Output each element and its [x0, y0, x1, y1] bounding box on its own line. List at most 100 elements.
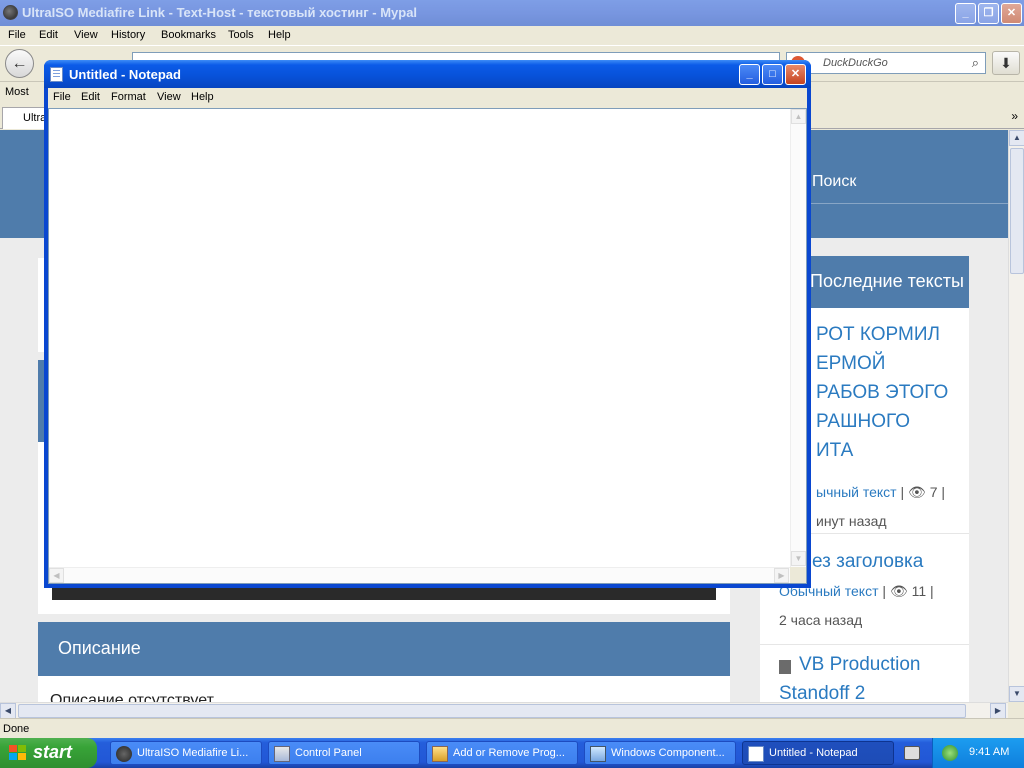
scroll-down-icon[interactable]: ▼ [791, 551, 806, 566]
task-label: Windows Component... [611, 747, 725, 759]
description-card: Описание Описание отсутствует [38, 622, 730, 702]
scroll-up-icon[interactable]: ▲ [791, 109, 806, 124]
description-header: Описание [38, 622, 730, 676]
notepad-vertical-scrollbar[interactable]: ▲ ▼ [790, 109, 806, 567]
scroll-down-icon[interactable]: ▼ [1009, 686, 1024, 702]
mypal-icon [3, 5, 18, 20]
taskbar-item-control-panel[interactable]: Control Panel [268, 741, 420, 765]
menu-bookmarks[interactable]: Bookmarks [161, 29, 216, 41]
menu-file[interactable]: File [8, 29, 26, 41]
item-time: 2 часа назад [779, 612, 863, 628]
windows-components-icon [590, 746, 606, 762]
status-text: Done [3, 723, 30, 735]
task-label: Add or Remove Prog... [453, 747, 565, 759]
notepad-title: Untitled - Notepad [69, 67, 181, 82]
browser-menubar: File Edit View History Bookmarks Tools H… [0, 26, 1024, 46]
mypal-icon [116, 746, 132, 762]
notepad-menubar: File Edit Format View Help [48, 88, 807, 108]
page-vertical-scrollbar[interactable]: ▲ ▼ [1008, 130, 1024, 702]
menu-help[interactable]: Help [268, 29, 291, 41]
notepad-close-button[interactable]: ✕ [785, 64, 806, 85]
scroll-thumb[interactable] [1010, 148, 1024, 274]
bookmark-most-visited[interactable]: Most [5, 86, 29, 98]
back-arrow-icon: ← [11, 55, 28, 72]
task-label: Untitled - Notepad [769, 747, 858, 759]
scroll-up-icon[interactable]: ▲ [1009, 130, 1024, 146]
eye-icon: 👁 [889, 583, 908, 599]
scroll-left-icon[interactable]: ◀ [0, 703, 16, 719]
downloads-button[interactable]: ⬇ [992, 51, 1020, 75]
menu-view[interactable]: View [74, 29, 98, 41]
start-label: start [33, 742, 73, 762]
taskbar: start UltraISO Mediafire Li... Control P… [0, 738, 1024, 768]
eye-icon: 👁 [908, 484, 926, 500]
search-placeholder: DuckDuckGo [823, 57, 888, 69]
scroll-thumb[interactable] [18, 704, 966, 718]
close-button[interactable]: ✕ [1001, 3, 1022, 24]
title-line[interactable]: ЕРМОЙ [816, 349, 885, 378]
view-count: 7 [929, 484, 938, 500]
scroll-right-icon[interactable]: ▶ [774, 568, 789, 583]
notepad-menu-edit[interactable]: Edit [81, 91, 100, 103]
control-panel-icon [274, 746, 290, 762]
start-button[interactable]: start [0, 738, 97, 768]
search-box[interactable]: DuckDuckGo ⌕ [786, 52, 986, 74]
minimize-button[interactable]: _ [955, 3, 976, 24]
scroll-right-icon[interactable]: ▶ [990, 703, 1006, 719]
keyboard-icon[interactable] [904, 746, 920, 760]
notepad-text-area[interactable] [49, 109, 790, 567]
task-label: Control Panel [295, 747, 362, 759]
title-line[interactable]: ИТА [816, 436, 853, 465]
notepad-minimize-button[interactable]: _ [739, 64, 760, 85]
network-icon[interactable] [942, 745, 958, 761]
download-arrow-icon: ⬇ [1000, 55, 1012, 71]
windows-logo-icon [9, 745, 27, 761]
taskbar-item-mypal[interactable]: UltraISO Mediafire Li... [110, 741, 262, 765]
header-divider [790, 203, 1008, 204]
notepad-window: Untitled - Notepad _ □ ✕ File Edit Forma… [44, 60, 811, 588]
browser-title-bar[interactable]: UltraISO Mediafire Link - Text-Host - те… [0, 0, 1024, 26]
title-line[interactable]: РАШНОГО [816, 407, 910, 436]
notepad-maximize-button[interactable]: □ [762, 64, 783, 85]
title-line[interactable]: РАБОВ ЭТОГО [816, 378, 948, 407]
scroll-left-icon[interactable]: ◀ [49, 568, 64, 583]
title-line[interactable]: VB Production [799, 650, 920, 679]
status-bar: Done [0, 718, 1024, 738]
tab-list-icon[interactable]: » [1011, 109, 1018, 123]
item-time: инут назад [816, 513, 887, 529]
taskbar-item-add-remove-programs[interactable]: Add or Remove Prog... [426, 741, 578, 765]
menu-tools[interactable]: Tools [228, 29, 254, 41]
document-icon [779, 660, 791, 674]
notepad-title-bar[interactable]: Untitled - Notepad _ □ ✕ [44, 60, 811, 88]
search-icon[interactable]: ⌕ [972, 55, 979, 71]
view-count: 11 [911, 583, 927, 599]
title-line[interactable]: РОТ КОРМИЛ [816, 320, 940, 349]
taskbar-item-notepad[interactable]: Untitled - Notepad [742, 741, 894, 765]
task-label: UltraISO Mediafire Li... [137, 747, 249, 759]
sidebar-item[interactable]: VB Production Standoff 2 [760, 646, 969, 702]
notepad-menu-help[interactable]: Help [191, 91, 214, 103]
notepad-horizontal-scrollbar[interactable]: ◀ ▶ [49, 567, 790, 583]
notepad-icon [748, 746, 764, 762]
notepad-menu-format[interactable]: Format [111, 91, 146, 103]
taskbar-item-windows-components[interactable]: Windows Component... [584, 741, 736, 765]
menu-history[interactable]: History [111, 29, 145, 41]
notepad-menu-file[interactable]: File [53, 91, 71, 103]
header-search-link[interactable]: Поиск [812, 173, 856, 191]
back-button[interactable]: ← [5, 49, 34, 78]
add-remove-programs-icon [432, 746, 448, 762]
restore-button[interactable]: ❐ [978, 3, 999, 24]
title-line[interactable]: Standoff 2 [779, 679, 865, 702]
description-title: Описание [58, 638, 141, 658]
system-tray: 9:41 AM [932, 738, 1024, 768]
menu-edit[interactable]: Edit [39, 29, 58, 41]
sidebar-title: Последние тексты [810, 271, 964, 291]
title-line[interactable]: ез заголовка [812, 547, 923, 576]
page-horizontal-scrollbar[interactable]: ◀ ▶ [0, 702, 1008, 719]
type-link[interactable]: ычный текст [816, 484, 897, 500]
resize-grip-icon[interactable] [790, 567, 806, 583]
clock[interactable]: 9:41 AM [969, 746, 1009, 758]
notepad-menu-view[interactable]: View [157, 91, 181, 103]
notepad-icon [50, 67, 63, 82]
item-meta: ычный текст | 👁 7 | [816, 484, 946, 500]
